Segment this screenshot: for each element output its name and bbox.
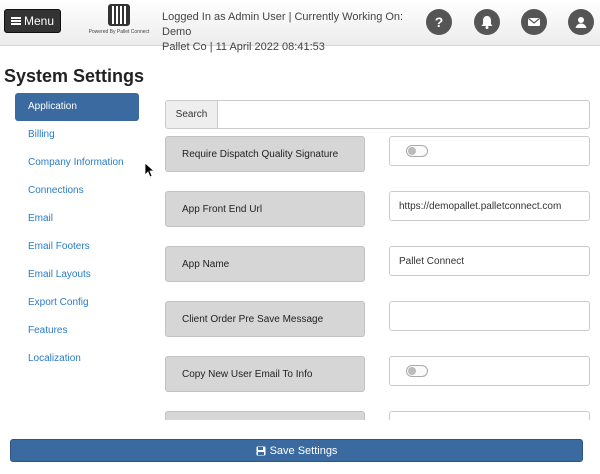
toggle-switch[interactable]: [406, 145, 428, 157]
setting-input-app-name[interactable]: Pallet Connect: [389, 246, 590, 276]
setting-input-client-order-pre-save-message[interactable]: [389, 301, 590, 331]
mouse-cursor-icon: [144, 162, 154, 178]
setting-label-app-front-end-url: App Front End Url: [165, 191, 365, 227]
setting-label-copy-new-user-email-to-info: Copy New User Email To Info: [165, 356, 365, 392]
setting-toggle-copy-new-user-email-to-info: [389, 356, 590, 386]
settings-list: Require Dispatch Quality Signature App F…: [0, 0, 600, 420]
setting-label-client-order-pre-save-message: Client Order Pre Save Message: [165, 301, 365, 337]
setting-input-app-front-end-url[interactable]: https://demopallet.palletconnect.com: [389, 191, 590, 221]
save-settings-label: Save Settings: [269, 444, 338, 457]
setting-label-app-name: App Name: [165, 246, 365, 282]
setting-label-require-dispatch-quality-signature: Require Dispatch Quality Signature: [165, 136, 365, 172]
toggle-switch[interactable]: [406, 365, 428, 377]
save-settings-button[interactable]: Save Settings: [10, 439, 583, 462]
setting-toggle-require-dispatch-quality-signature: [389, 136, 590, 166]
setting-label-partial: [165, 411, 365, 420]
setting-input-partial[interactable]: [389, 411, 590, 420]
floppy-disk-icon: [256, 446, 266, 455]
